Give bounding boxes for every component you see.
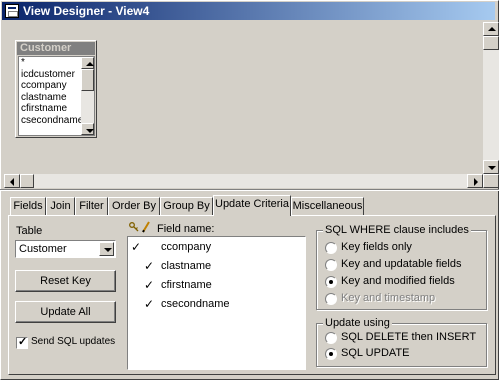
window-title: View Designer - View4	[23, 4, 150, 18]
scrollbar-corner	[483, 174, 499, 188]
scroll-up-button[interactable]	[483, 22, 499, 36]
table-select-value: Customer	[19, 243, 67, 255]
radio-sql-delete-insert[interactable]	[325, 332, 337, 344]
scroll-up-button[interactable]	[81, 57, 94, 69]
field-name: csecondname	[161, 298, 230, 310]
tab-miscellaneous[interactable]: Miscellaneous	[291, 197, 364, 215]
tab-group-by[interactable]: Group By	[160, 197, 213, 215]
scroll-right-button[interactable]	[467, 174, 483, 188]
scroll-down-button[interactable]	[483, 160, 499, 174]
send-sql-updates-checkbox[interactable]: ✓	[16, 336, 28, 349]
update-checkmark-icon[interactable]: ✓	[144, 278, 154, 292]
scroll-thumb[interactable]	[20, 174, 34, 188]
canvas-vertical-scrollbar[interactable]	[483, 22, 499, 174]
update-using-group: Update using	[316, 317, 487, 367]
update-using-group-title: Update using	[323, 317, 392, 329]
customer-table-box[interactable]: Customer * icdcustomer ccompany clastnam…	[15, 40, 97, 138]
scroll-left-button[interactable]	[4, 174, 20, 188]
table-box-scrollbar[interactable]	[81, 57, 94, 135]
table-select[interactable]: Customer	[15, 240, 116, 258]
pane-splitter[interactable]	[0, 189, 499, 191]
radio-key-fields-only[interactable]	[325, 242, 337, 254]
radio-sql-update-label[interactable]: SQL UPDATE	[341, 347, 409, 359]
update-all-button[interactable]: Update All	[15, 301, 116, 323]
field-list[interactable]: ✓ ccompany ✓ clastname ✓ cfirstname ✓ cs…	[127, 236, 306, 370]
scroll-down-button[interactable]	[81, 123, 94, 135]
pencil-icon	[142, 221, 150, 233]
radio-key-and-modified-label[interactable]: Key and modified fields	[341, 275, 455, 287]
radio-key-fields-only-label[interactable]: Key fields only	[341, 241, 412, 253]
send-sql-updates-label[interactable]: Send SQL updates	[31, 336, 115, 347]
canvas-horizontal-scrollbar[interactable]	[4, 174, 483, 188]
table-field-list[interactable]: * icdcustomer ccompany clastname cfirstn…	[18, 56, 95, 136]
table-field-item[interactable]: cfirstname	[19, 103, 81, 115]
table-field-item[interactable]: csecondname	[19, 115, 81, 127]
scroll-thumb[interactable]	[483, 36, 499, 50]
list-item[interactable]: ✓ ccompany	[128, 239, 305, 257]
tab-join[interactable]: Join	[46, 197, 75, 215]
chevron-down-icon[interactable]	[99, 242, 114, 256]
key-checkmark-icon[interactable]: ✓	[131, 240, 141, 254]
table-field-item[interactable]: icdcustomer	[19, 69, 81, 81]
list-item[interactable]: ✓ clastname	[128, 258, 305, 276]
tab-filter[interactable]: Filter	[75, 197, 108, 215]
checkmark-icon: ✓	[18, 336, 28, 348]
view-designer-icon	[5, 4, 19, 18]
radio-key-and-timestamp-label: Key and timestamp	[341, 292, 436, 304]
table-field-item[interactable]: clastname	[19, 92, 81, 104]
radio-key-and-updatable[interactable]	[325, 259, 337, 271]
table-label: Table	[16, 225, 43, 237]
key-icon	[129, 222, 139, 232]
list-item[interactable]: ✓ cfirstname	[128, 277, 305, 295]
field-name: ccompany	[161, 241, 212, 253]
radio-sql-delete-insert-label[interactable]: SQL DELETE then INSERT	[341, 331, 476, 343]
radio-key-and-timestamp[interactable]	[325, 293, 337, 305]
tab-order-by[interactable]: Order By	[108, 197, 160, 215]
field-name: clastname	[161, 260, 212, 272]
update-checkmark-icon[interactable]: ✓	[144, 297, 154, 311]
sql-where-group-title: SQL WHERE clause includes	[323, 224, 471, 236]
list-item[interactable]: ✓ csecondname	[128, 296, 305, 314]
table-box-title[interactable]: Customer	[17, 42, 95, 55]
scroll-thumb[interactable]	[81, 69, 94, 91]
reset-key-button[interactable]: Reset Key	[15, 270, 116, 292]
tab-fields[interactable]: Fields	[10, 197, 46, 215]
field-name: cfirstname	[161, 279, 212, 291]
tab-update-criteria[interactable]: Update Criteria	[213, 195, 291, 216]
radio-sql-update[interactable]	[325, 348, 337, 360]
update-checkmark-icon[interactable]: ✓	[144, 259, 154, 273]
title-bar[interactable]: View Designer - View4	[2, 2, 495, 20]
radio-key-and-updatable-label[interactable]: Key and updatable fields	[341, 258, 461, 270]
table-field-item[interactable]: ccompany	[19, 80, 81, 92]
field-name-header: Field name:	[157, 223, 215, 235]
radio-key-and-modified[interactable]	[325, 276, 337, 288]
table-field-item[interactable]: *	[19, 57, 81, 69]
